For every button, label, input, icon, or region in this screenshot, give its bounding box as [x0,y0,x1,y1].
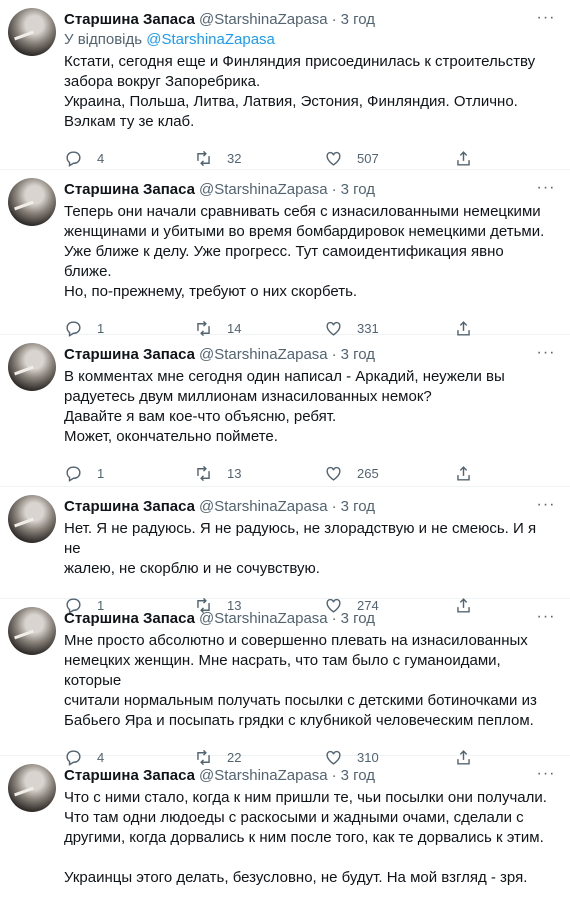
retweet-count: 32 [227,150,242,166]
separator-dot: · [331,10,337,28]
like-count: 507 [357,150,379,166]
reply-count: 1 [97,465,105,481]
tweet-header: Старшина Запаса @StarshinaZapasa · 3 год [64,178,554,200]
more-icon[interactable]: ··· [536,8,556,28]
share-icon [457,150,470,166]
like-button[interactable]: 507 [324,149,454,168]
heart-icon [326,466,341,481]
author-handle[interactable]: @StarshinaZapasa [199,11,328,28]
separator-dot: · [331,609,337,627]
reply-count: 1 [97,320,105,336]
more-icon[interactable]: ··· [536,607,556,627]
tweet-text: Теперь они начали сравнивать себя с изна… [64,203,545,300]
retweet-button[interactable]: 13 [194,464,324,483]
tweet-header: Старшина Запаса @StarshinaZapasa · 3 год [64,607,554,629]
tweet[interactable]: ··· Старшина Запаса @StarshinaZapasa · 3… [0,170,570,337]
author-name[interactable]: Старшина Запаса [64,181,195,198]
tweet-header: Старшина Запаса @StarshinaZapasa · 3 год [64,764,554,786]
reply-handle-link[interactable]: @StarshinaZapasa [146,31,275,48]
retweet-count: 13 [227,465,242,481]
author-handle[interactable]: @StarshinaZapasa [199,181,328,198]
author-name[interactable]: Старшина Запаса [64,11,195,28]
author-name[interactable]: Старшина Запаса [64,610,195,627]
tweet-header: Старшина Запаса @StarshinaZapasa · 3 год [64,495,554,517]
reply-button[interactable]: 1 [64,464,194,483]
share-button[interactable] [454,464,473,483]
avatar[interactable] [8,764,56,812]
tweet-time[interactable]: 3 год [341,11,375,28]
more-icon[interactable]: ··· [536,343,556,363]
tweet-time[interactable]: 3 год [341,610,375,627]
tweet-text: Мне просто абсолютно и совершенно плеват… [64,632,537,729]
author-name[interactable]: Старшина Запаса [64,767,195,784]
tweet-text: В комментах мне сегодня один написал - А… [64,368,505,445]
avatar[interactable] [8,343,56,391]
avatar[interactable] [8,607,56,655]
tweet[interactable]: ··· Старшина Запаса @StarshinaZapasa · 3… [0,0,570,170]
reply-context: У відповідь @StarshinaZapasa [64,30,554,50]
share-icon [457,465,470,481]
tweet-time[interactable]: 3 год [341,181,375,198]
author-name[interactable]: Старшина Запаса [64,498,195,515]
avatar[interactable] [8,8,56,56]
heart-icon [326,151,341,166]
more-icon[interactable]: ··· [536,495,556,515]
author-handle[interactable]: @StarshinaZapasa [199,767,328,784]
more-icon[interactable]: ··· [536,764,556,784]
retweet-icon [197,465,210,481]
retweet-count: 14 [227,320,242,336]
reply-count: 4 [97,150,105,166]
retweet-icon [197,150,210,166]
tweet[interactable]: ··· Старшина Запаса @StarshinaZapasa · 3… [0,487,570,614]
tweet[interactable]: ··· Старшина Запаса @StarshinaZapasa · 3… [0,335,570,487]
tweet-text: Нет. Я не радуюсь. Я не радуюсь, не злор… [64,520,537,577]
author-name[interactable]: Старшина Запаса [64,346,195,363]
tweet-header: Старшина Запаса @StarshinaZapasa · 3 год [64,8,554,30]
reply-prefix: У відповідь [64,31,143,48]
like-count: 265 [357,465,379,481]
share-button[interactable] [454,149,473,168]
avatar[interactable] [8,178,56,226]
reply-button[interactable]: 4 [64,149,194,168]
reply-icon [66,150,81,167]
tweet-header: Старшина Запаса @StarshinaZapasa · 3 год [64,343,554,365]
tweet[interactable]: ··· Старшина Запаса @StarshinaZapasa · 3… [0,599,570,766]
tweet-text: Кстати, сегодня еще и Финляндия присоеди… [64,53,536,130]
retweet-button[interactable]: 32 [194,149,324,168]
tweet-text: Что с ними стало, когда к ним пришли те,… [64,789,547,886]
tweet-time[interactable]: 3 год [341,498,375,515]
more-icon[interactable]: ··· [536,178,556,198]
tweet-time[interactable]: 3 год [341,346,375,363]
author-handle[interactable]: @StarshinaZapasa [199,498,328,515]
separator-dot: · [331,497,337,515]
author-handle[interactable]: @StarshinaZapasa [199,610,328,627]
reply-icon [66,465,81,482]
separator-dot: · [331,766,337,784]
like-count: 331 [357,320,379,336]
tweet-time[interactable]: 3 год [341,767,375,784]
separator-dot: · [331,345,337,363]
author-handle[interactable]: @StarshinaZapasa [199,346,328,363]
tweet[interactable]: ··· Старшина Запаса @StarshinaZapasa · 3… [0,756,570,902]
like-button[interactable]: 265 [324,464,454,483]
separator-dot: · [331,180,337,198]
tweet-feed: ··· Старшина Запаса @StarshinaZapasa · 3… [0,0,570,902]
avatar[interactable] [8,495,56,543]
